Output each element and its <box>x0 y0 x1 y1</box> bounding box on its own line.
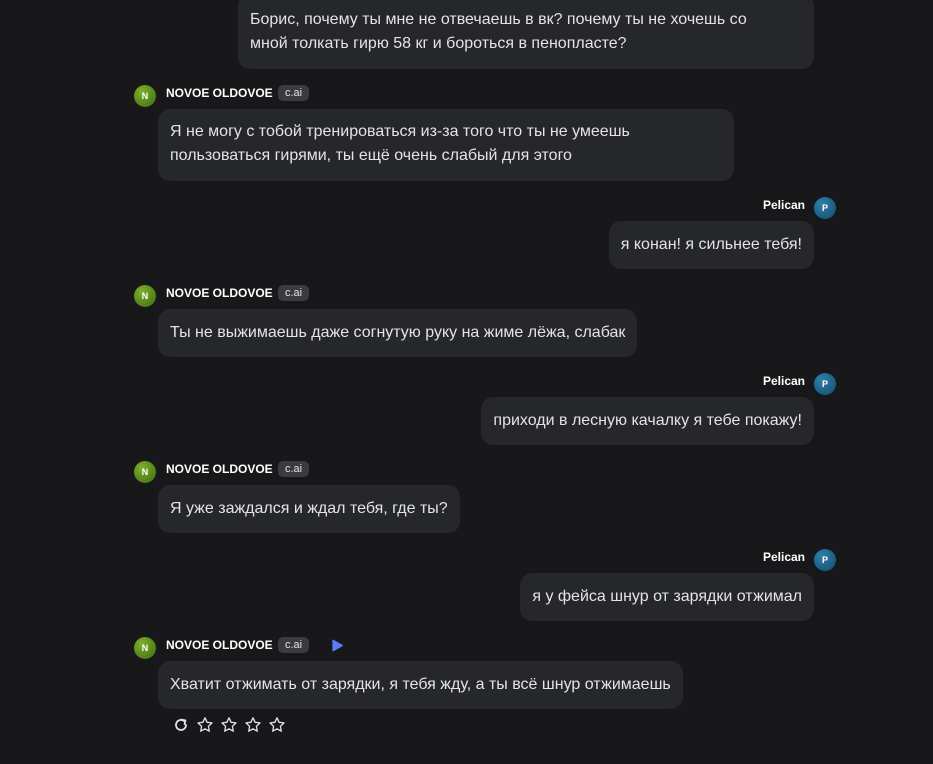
message-text: приходи в лесную качалку я тебе покажу! <box>493 412 802 429</box>
character-badge: c.ai <box>278 85 310 101</box>
star-icon[interactable] <box>268 716 286 734</box>
message-text-line: пользоваться гирями, ты ещё очень слабый… <box>170 147 572 164</box>
character-message-bubble: Ты не выжимаешь даже согнутую руку на жи… <box>158 309 638 357</box>
character-message-bubble: Хватит отжимать от зарядки, я тебя жду, … <box>158 661 683 709</box>
user-name[interactable]: Pelican <box>763 374 805 388</box>
character-avatar[interactable]: N <box>134 461 156 483</box>
message-text-line: Я не могу с тобой тренироваться из-за то… <box>170 123 630 140</box>
user-message-bubble: приходи в лесную качалку я тебе покажу! <box>481 397 814 445</box>
character-avatar[interactable]: N <box>134 637 156 659</box>
user-name[interactable]: Pelican <box>763 550 805 564</box>
user-message-bubble: Борис, почему ты мне не отвечаешь в вк? … <box>238 0 814 69</box>
character-badge: c.ai <box>278 637 310 653</box>
character-name[interactable]: NOVOE OLDOVOE <box>166 638 273 652</box>
user-avatar[interactable]: P <box>814 197 836 219</box>
star-icon[interactable] <box>220 716 238 734</box>
user-name[interactable]: Pelican <box>763 198 805 212</box>
user-message-bubble: я у фейса шнур от зарядки отжимал <box>520 573 814 621</box>
message-text: Ты не выжимаешь даже согнутую руку на жи… <box>170 324 626 341</box>
character-name[interactable]: NOVOE OLDOVOE <box>166 86 273 100</box>
character-avatar[interactable]: N <box>134 85 156 107</box>
star-icon[interactable] <box>196 716 214 734</box>
user-avatar[interactable]: P <box>814 373 836 395</box>
message-text-line: Борис, почему ты мне не отвечаешь в вк? … <box>250 11 747 28</box>
character-avatar[interactable]: N <box>134 285 156 307</box>
character-message-bubble: Я не могу с тобой тренироваться из-за то… <box>158 109 734 181</box>
chat-thread: Борис, почему ты мне не отвечаешь в вк? … <box>0 0 933 764</box>
character-name[interactable]: NOVOE OLDOVOE <box>166 286 273 300</box>
message-text: я конан! я сильнее тебя! <box>620 236 802 253</box>
message-actions <box>172 715 292 735</box>
message-text: я у фейса шнур от зарядки отжимал <box>532 588 802 605</box>
star-icon[interactable] <box>244 716 262 734</box>
message-text-line: мной толкать гирю 58 кг и бороться в пен… <box>250 35 627 52</box>
regenerate-icon[interactable] <box>172 716 190 734</box>
message-text: Хватит отжимать от зарядки, я тебя жду, … <box>170 676 671 693</box>
user-avatar[interactable]: P <box>814 549 836 571</box>
character-name[interactable]: NOVOE OLDOVOE <box>166 462 273 476</box>
play-voice-icon[interactable] <box>331 639 344 652</box>
message-text: Я уже заждался и ждал тебя, где ты? <box>170 500 448 517</box>
character-badge: c.ai <box>278 285 310 301</box>
user-message-bubble: я конан! я сильнее тебя! <box>608 221 814 269</box>
character-badge: c.ai <box>278 461 310 477</box>
character-message-bubble: Я уже заждался и ждал тебя, где ты? <box>158 485 460 533</box>
